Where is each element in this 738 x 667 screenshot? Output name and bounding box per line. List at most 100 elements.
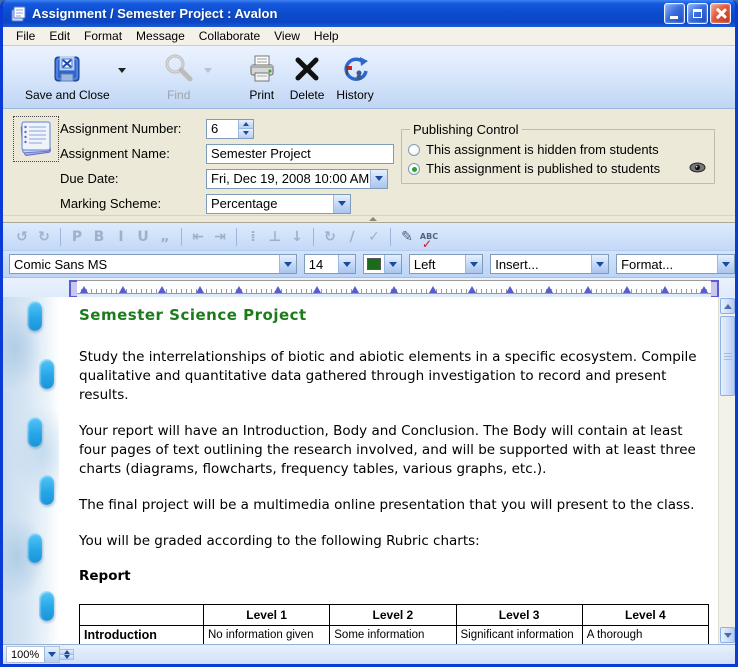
redo-icon[interactable]: ↻ [33, 229, 55, 245]
zoom-stepper[interactable] [60, 649, 74, 660]
bullet-list-icon[interactable]: ⇥ [209, 229, 231, 245]
underline-icon[interactable]: U [132, 229, 154, 245]
font-size-value: 14 [305, 255, 338, 273]
signature-icon[interactable]: ✎ [396, 229, 418, 245]
find-dropdown-caret-icon[interactable] [204, 68, 212, 73]
menu-item-collaborate[interactable]: Collaborate [192, 28, 267, 44]
accept-icon[interactable]: ✓ [363, 229, 385, 245]
vertical-scrollbar[interactable] [718, 297, 735, 644]
menu-item-help[interactable]: Help [307, 28, 346, 44]
zoom-down-icon[interactable] [60, 654, 73, 659]
insert-dropdown-icon[interactable] [591, 255, 608, 273]
status-bar: 100% [3, 644, 735, 664]
tab-stop-marker-icon[interactable] [158, 286, 166, 293]
save-dropdown-caret-icon[interactable] [118, 68, 126, 73]
maximize-button[interactable] [687, 3, 708, 24]
assignment-name-field[interactable]: Semester Project [206, 144, 394, 164]
rubric-cell: Introduction [80, 626, 204, 645]
text-color-dropdown[interactable] [363, 254, 402, 274]
tab-stop-marker-icon[interactable] [545, 286, 553, 293]
tab-stop-marker-icon[interactable] [235, 286, 243, 293]
alignment-value: Left [410, 255, 465, 273]
paragraph-icon[interactable]: P [66, 229, 88, 245]
menu-item-format[interactable]: Format [77, 28, 129, 44]
history-button[interactable]: History [330, 50, 379, 103]
tab-stop-marker-icon[interactable] [274, 286, 282, 293]
rubric-table[interactable]: Level 1Level 2Level 3Level 4Introduction… [79, 604, 709, 644]
radio-option-published[interactable]: This assignment is published to students [408, 159, 708, 178]
undo-icon[interactable]: ↺ [11, 229, 33, 245]
radio-published-icon[interactable] [408, 163, 420, 175]
marking-scheme-label: Marking Scheme: [60, 196, 206, 211]
tab-stop-marker-icon[interactable] [584, 286, 592, 293]
font-family-dropdown-icon[interactable] [279, 255, 296, 273]
scrollbar-thumb[interactable] [720, 316, 735, 396]
document-editor[interactable]: Semester Science Project Study the inter… [59, 297, 718, 644]
menu-item-view[interactable]: View [267, 28, 307, 44]
zoom-dropdown-icon[interactable] [44, 647, 59, 662]
numbered-list-icon[interactable]: ⇤ [187, 229, 209, 245]
rubric-cell: No information given as to what to expec… [204, 626, 330, 645]
spin-down-icon[interactable] [239, 128, 253, 138]
save-and-close-button[interactable]: Save and Close [19, 50, 116, 103]
tab-stop-marker-icon[interactable] [313, 286, 321, 293]
scroll-down-button[interactable] [720, 627, 735, 643]
radio-hidden-icon[interactable] [408, 144, 420, 156]
tab-stop-marker-icon[interactable] [80, 286, 88, 293]
alignment-dropdown[interactable]: Left [409, 254, 483, 274]
tab-stop-marker-icon[interactable] [390, 286, 398, 293]
pencil-icon[interactable]: ∕ [341, 229, 363, 245]
menu-item-edit[interactable]: Edit [42, 28, 77, 44]
insert-down-icon[interactable]: ↓ [286, 229, 308, 245]
marking-scheme-dropdown[interactable]: Percentage [206, 194, 351, 214]
format-dropdown[interactable]: Format... [616, 254, 735, 274]
insert-dots-icon[interactable]: ⁞ [242, 229, 264, 245]
marking-scheme-value: Percentage [207, 195, 333, 213]
insert-anchor-icon[interactable]: ⊥ [264, 229, 286, 245]
scroll-up-button[interactable] [720, 298, 735, 314]
tab-stop-marker-icon[interactable] [623, 286, 631, 293]
assignment-name-label: Assignment Name: [60, 146, 206, 161]
assignment-number-stepper[interactable]: 6 [206, 119, 254, 139]
menu-item-file[interactable]: File [9, 28, 42, 44]
font-family-dropdown[interactable]: Comic Sans MS [9, 254, 297, 274]
close-button[interactable] [710, 3, 731, 24]
menu-bar: FileEditFormatMessageCollaborateViewHelp [3, 27, 735, 46]
refresh-icon[interactable]: ↻ [319, 229, 341, 245]
tab-stop-marker-icon[interactable] [506, 286, 514, 293]
text-color-dropdown-icon[interactable] [384, 255, 401, 273]
alignment-dropdown-icon[interactable] [465, 255, 482, 273]
delete-button[interactable]: Delete [284, 50, 331, 103]
find-button[interactable]: Find [156, 50, 202, 103]
font-size-dropdown[interactable]: 14 [304, 254, 356, 274]
radio-option-hidden[interactable]: This assignment is hidden from students [408, 140, 708, 159]
quote-icon[interactable]: „ [154, 229, 176, 245]
binding-capsule-icon [39, 591, 54, 621]
format-dropdown-icon[interactable] [717, 255, 734, 273]
zoom-dropdown[interactable]: 100% [6, 646, 60, 663]
title-bar[interactable]: Assignment / Semester Project : Avalon [3, 0, 735, 27]
marking-scheme-dropdown-icon[interactable] [333, 195, 350, 213]
print-button[interactable]: Print [240, 50, 284, 103]
pane-splitter[interactable] [3, 216, 735, 223]
minimize-button[interactable] [664, 3, 685, 24]
tab-stop-marker-icon[interactable] [700, 286, 708, 293]
spin-up-icon[interactable] [239, 120, 253, 129]
bold-icon[interactable]: B [88, 229, 110, 245]
font-size-dropdown-icon[interactable] [338, 255, 355, 273]
italic-icon[interactable]: I [110, 229, 132, 245]
tab-stop-marker-icon[interactable] [196, 286, 204, 293]
tab-stop-marker-icon[interactable] [119, 286, 127, 293]
tab-stop-marker-icon[interactable] [661, 286, 669, 293]
assignment-form: Assignment Number: 6 Assignment Name: Se… [3, 109, 735, 216]
due-date-dropdown[interactable]: Fri, Dec 19, 2008 10:00 AM [206, 169, 388, 189]
tab-stop-marker-icon[interactable] [468, 286, 476, 293]
menu-item-message[interactable]: Message [129, 28, 192, 44]
tab-stop-marker-icon[interactable] [351, 286, 359, 293]
spellcheck-icon[interactable]: ABC✓ [418, 233, 440, 241]
ruler[interactable] [75, 280, 713, 294]
due-date-dropdown-icon[interactable] [370, 170, 387, 188]
insert-dropdown[interactable]: Insert... [490, 254, 609, 274]
rubric-header-cell [80, 605, 204, 626]
tab-stop-marker-icon[interactable] [429, 286, 437, 293]
